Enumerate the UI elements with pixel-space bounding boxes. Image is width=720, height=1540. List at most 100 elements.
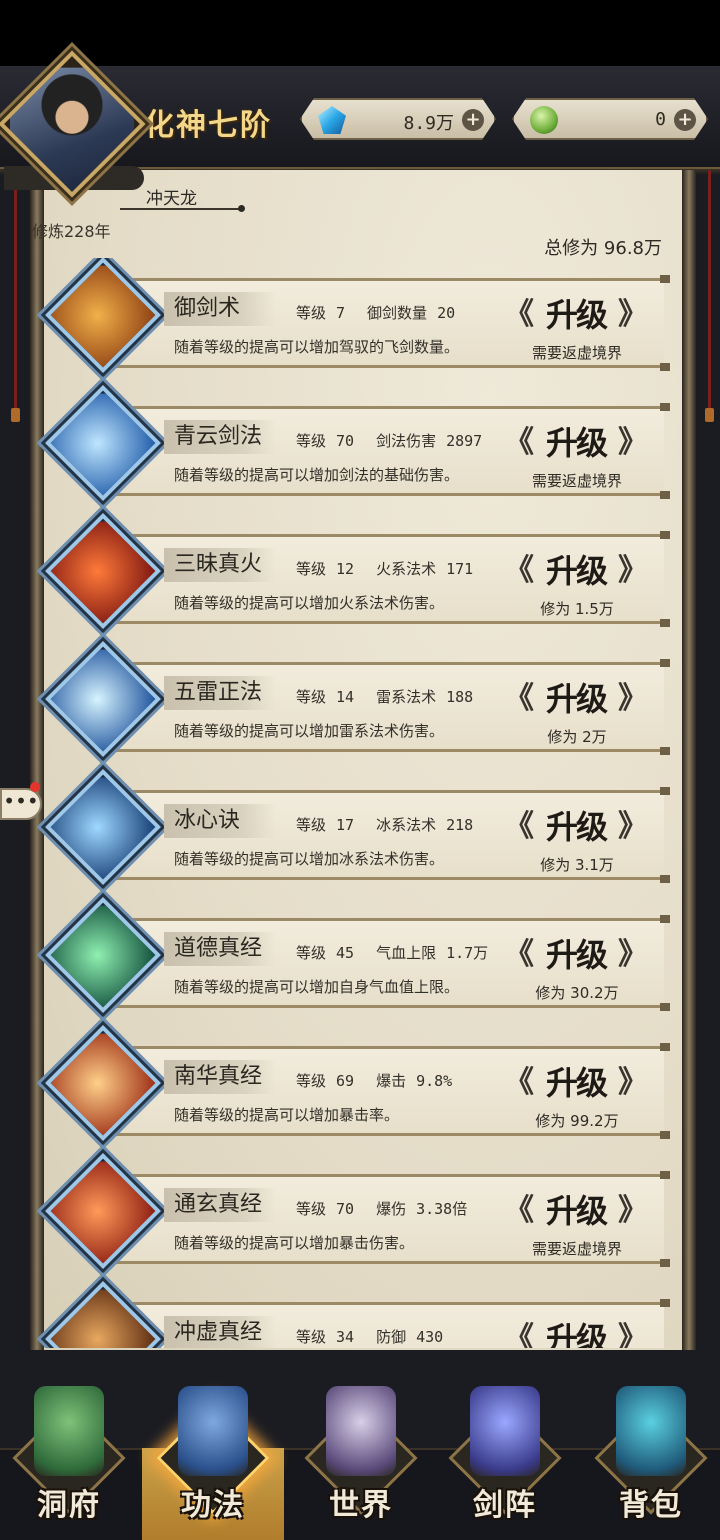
nav-label: 功法 <box>181 1488 245 1523</box>
level-label: 等级 <box>296 1328 327 1346</box>
realm-title: 化神七阶 <box>144 108 272 143</box>
skill-level: 等级 70 剑法伤害 2897 <box>296 430 482 451</box>
skill-description: 随着等级的提高可以增加暴击伤害。 <box>174 1234 415 1252</box>
upgrade-button[interactable]: 《升级》 <box>504 294 648 336</box>
stat-label: 气血上限 <box>376 944 437 962</box>
upgrade-button[interactable]: 《升级》 <box>504 934 648 976</box>
upgrade-label: 升级 <box>545 1192 608 1230</box>
level-value: 70 <box>336 432 355 450</box>
skill-row: 通玄真经 等级 70 爆伤 3.38倍 随着等级的提高可以增加暴击伤害。 《升级》需要返虚境… <box>0 1153 720 1282</box>
level-value: 69 <box>336 1072 355 1090</box>
level-label: 等级 <box>296 432 327 450</box>
skill-row: 五雷正法 等级 14 雷系法术 188 随着等级的提高可以增加雷系法术伤害。 《升级》修为 … <box>0 641 720 770</box>
skill-description: 随着等级的提高可以增加火系法术伤害。 <box>174 594 445 612</box>
chevron-right-icon: 》 <box>618 1321 648 1349</box>
upgrade-button[interactable]: 《升级》 <box>504 1190 648 1232</box>
world-scroll-icon <box>326 1386 396 1476</box>
upgrade-button[interactable]: 《升级》 <box>504 1318 648 1348</box>
sword-array-icon <box>470 1386 540 1476</box>
currency-amount: 8.9万 <box>403 113 454 134</box>
level-value: 34 <box>336 1328 355 1346</box>
upgrade-label: 升级 <box>545 680 608 718</box>
skill-level: 等级 17 冰系法术 218 <box>296 814 473 835</box>
chevron-right-icon: 》 <box>618 937 648 972</box>
nav-label: 洞府 <box>37 1488 101 1523</box>
currency-jade: 0 + <box>512 98 708 140</box>
upgrade-label: 升级 <box>545 552 608 590</box>
nav-item[interactable]: 剑阵 <box>440 1378 570 1528</box>
upgrade-button[interactable]: 《升级》 <box>504 806 648 848</box>
nav-item[interactable]: 背包 <box>586 1378 716 1528</box>
skill-level: 等级 70 爆伤 3.38倍 <box>296 1198 467 1219</box>
currency-crystal: 8.9万 + <box>300 98 496 140</box>
nav-item[interactable]: 世界 <box>296 1378 426 1528</box>
stat-label: 御剑数量 <box>367 304 428 322</box>
stat-label: 防御 <box>376 1328 407 1346</box>
level-value: 17 <box>336 816 355 834</box>
chevron-left-icon: 《 <box>504 1193 534 1228</box>
status-bar <box>0 0 720 66</box>
upgrade-requirement: 需要返虚境界 <box>531 344 622 362</box>
skill-row: 道德真经 等级 45 气血上限 1.7万 随着等级的提高可以增加自身气血值上限。 《升级》修… <box>0 897 720 1026</box>
stat-label: 剑法伤害 <box>376 432 437 450</box>
level-value: 12 <box>336 560 355 578</box>
level-value: 45 <box>336 944 355 962</box>
upgrade-requirement: 修为 2万 <box>547 728 607 746</box>
stat-label: 爆击 <box>376 1072 407 1090</box>
blue-crystal-icon <box>318 106 346 134</box>
bottom-nav: 洞府 功法 世界 剑阵 背包 <box>0 1348 720 1540</box>
skill-name: 御剑术 <box>164 292 276 326</box>
level-value: 14 <box>336 688 355 706</box>
nav-label: 背包 <box>619 1488 683 1523</box>
upgrade-label: 升级 <box>545 936 608 974</box>
stat-label: 火系法术 <box>376 560 437 578</box>
nav-item[interactable]: 功法 <box>148 1378 278 1528</box>
upgrade-button[interactable]: 《升级》 <box>504 678 648 720</box>
stat-value: 9.8% <box>416 1072 453 1090</box>
skill-level: 等级 34 防御 430 <box>296 1326 443 1347</box>
stat-label: 爆伤 <box>376 1200 407 1218</box>
level-label: 等级 <box>296 560 327 578</box>
add-jade-button[interactable]: + <box>674 109 696 131</box>
chat-button[interactable]: ••• <box>0 788 42 820</box>
add-crystal-button[interactable]: + <box>462 109 484 131</box>
green-jade-icon <box>530 106 558 134</box>
notification-dot <box>30 782 40 792</box>
player-name: 冲天龙 <box>146 189 197 209</box>
skill-description: 随着等级的提高可以增加剑法的基础伤害。 <box>174 466 460 484</box>
nav-item[interactable]: 洞府 <box>4 1378 134 1528</box>
skill-name: 冰心诀 <box>164 804 276 838</box>
level-label: 等级 <box>296 944 327 962</box>
upgrade-label: 升级 <box>545 1320 608 1348</box>
upgrade-button[interactable]: 《升级》 <box>504 422 648 464</box>
chevron-left-icon: 《 <box>504 809 534 844</box>
chevron-right-icon: 》 <box>618 553 648 588</box>
chevron-left-icon: 《 <box>504 297 534 332</box>
skill-description: 随着等级的提高可以增加雷系法术伤害。 <box>174 722 445 740</box>
chevron-right-icon: 》 <box>618 1193 648 1228</box>
skill-row: 御剑术 等级 7 御剑数量 20 随着等级的提高可以增加驾驭的飞剑数量。 《升级》需要返虚境… <box>0 258 720 386</box>
stat-value: 3.38倍 <box>416 1200 468 1218</box>
upgrade-label: 升级 <box>545 808 608 846</box>
level-label: 等级 <box>296 304 327 322</box>
upgrade-label: 升级 <box>545 424 608 462</box>
stat-value: 430 <box>416 1328 444 1346</box>
nav-label: 剑阵 <box>473 1488 537 1523</box>
skill-level: 等级 14 雷系法术 188 <box>296 686 473 707</box>
chevron-right-icon: 》 <box>618 809 648 844</box>
skill-description: 随着等级的提高可以增加冰系法术伤害。 <box>174 850 445 868</box>
upgrade-button[interactable]: 《升级》 <box>504 550 648 592</box>
stat-value: 1.7万 <box>446 944 489 962</box>
skill-row: 青云剑法 等级 70 剑法伤害 2897 随着等级的提高可以增加剑法的基础伤害。 《升级》需… <box>0 385 720 514</box>
total-cultivation: 总修为 96.8万 <box>544 238 662 259</box>
skill-list[interactable]: 御剑术 等级 7 御剑数量 20 随着等级的提高可以增加驾驭的飞剑数量。《升级》需要返虚境… <box>0 258 720 1348</box>
skill-description: 随着等级的提高可以增加暴击率。 <box>174 1106 400 1124</box>
skill-level: 等级 45 气血上限 1.7万 <box>296 942 488 963</box>
chevron-right-icon: 》 <box>618 681 648 716</box>
chevron-left-icon: 《 <box>504 937 534 972</box>
skill-name: 五雷正法 <box>164 676 276 710</box>
upgrade-button[interactable]: 《升级》 <box>504 1062 648 1104</box>
stat-label: 雷系法术 <box>376 688 437 706</box>
chevron-right-icon: 》 <box>618 425 648 460</box>
stat-value: 20 <box>437 304 456 322</box>
